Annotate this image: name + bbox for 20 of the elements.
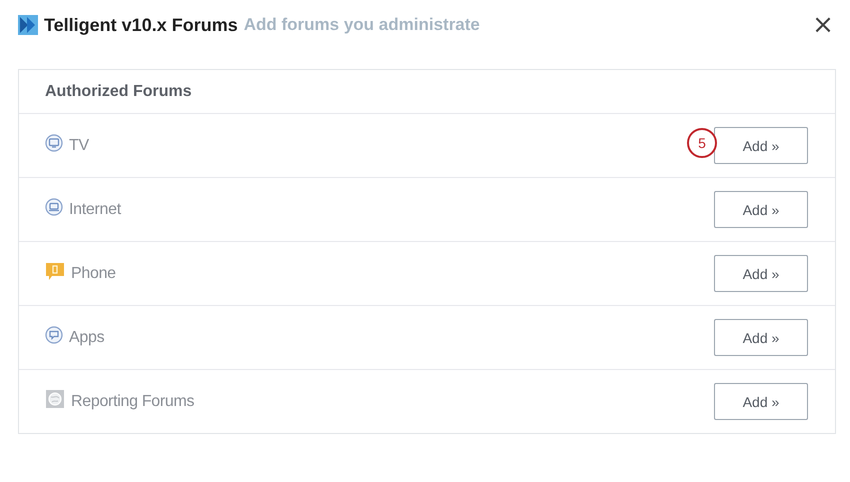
tv-icon bbox=[45, 134, 63, 152]
add-button[interactable]: Add » bbox=[714, 319, 808, 356]
apps-icon bbox=[45, 326, 63, 344]
laptop-icon bbox=[45, 198, 63, 216]
logo-icon bbox=[18, 15, 38, 35]
step-badge: 5 bbox=[687, 128, 717, 158]
add-button[interactable]: Add » bbox=[714, 127, 808, 164]
add-button[interactable]: Add » bbox=[714, 255, 808, 292]
close-button[interactable]: × bbox=[811, 12, 835, 38]
forum-name: Apps bbox=[69, 328, 104, 346]
forum-name: Phone bbox=[71, 264, 116, 282]
forum-name: Reporting Forums bbox=[71, 392, 194, 410]
dialog-subtitle: Add forums you administrate bbox=[244, 15, 481, 35]
panel-heading: Authorized Forums bbox=[44, 82, 193, 102]
chat-icon bbox=[45, 261, 65, 281]
forum-name: TV bbox=[69, 136, 89, 154]
dialog-title: Telligent v10.x Forums bbox=[44, 14, 238, 36]
forum-name: Internet bbox=[69, 200, 121, 218]
add-button[interactable]: Add » bbox=[714, 383, 808, 420]
add-button[interactable]: Add » bbox=[714, 191, 808, 228]
